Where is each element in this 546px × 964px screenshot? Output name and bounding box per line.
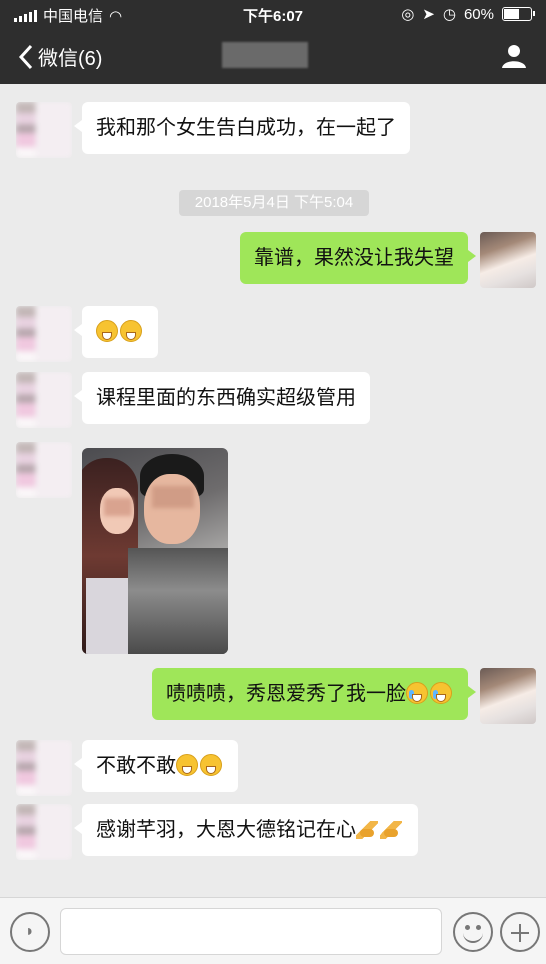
sender-avatar[interactable] — [16, 442, 72, 498]
chevron-left-icon — [18, 44, 33, 69]
grin-emoji-icon — [120, 320, 142, 342]
message-bubble-out[interactable]: 靠谱，果然没让我失望 — [240, 232, 476, 284]
sender-avatar[interactable] — [16, 306, 72, 362]
sender-avatar[interactable] — [16, 804, 72, 860]
status-bar: 中国电信 ◠ 下午6:07 ◎ ➤ ◷ 60% — [0, 0, 546, 28]
sender-avatar[interactable] — [16, 102, 72, 158]
grin-emoji-icon — [200, 754, 222, 776]
message-bubble-in[interactable]: 感谢芊羽，大恩大德铭记在心 — [74, 804, 418, 856]
nav-bar: 微信(6) — [0, 28, 546, 84]
battery-fill — [504, 9, 519, 19]
message-text: 啧啧啧，秀恩爱秀了我一脸 — [166, 683, 406, 705]
rotation-lock-icon: ◎ — [401, 6, 415, 23]
message-bubble-in[interactable]: 不敢不敢 — [74, 740, 238, 792]
back-label: 微信(6) — [38, 48, 103, 70]
battery-percent: 60% — [463, 5, 494, 23]
message-text: 靠谱，果然没让我失望 — [254, 247, 454, 269]
sender-avatar[interactable] — [16, 740, 72, 796]
back-button[interactable]: 微信(6) — [18, 42, 102, 71]
voice-button[interactable]: ◗ — [10, 912, 50, 952]
emoji-button[interactable] — [453, 912, 493, 952]
pray-emoji-icon — [380, 821, 402, 839]
message-bubble-in[interactable] — [74, 306, 158, 358]
message-text: 不敢不敢 — [96, 755, 176, 777]
status-right: ◎ ➤ ◷ 60% — [401, 5, 535, 23]
message-text: 课程里面的东西确实超级管用 — [96, 387, 356, 409]
message-text: 我和那个女生告白成功，在一起了 — [96, 117, 396, 139]
chat-area[interactable]: 我和那个女生告白成功，在一起了 2018年5月4日 下午5:04 靠谱，果然没让… — [0, 84, 546, 897]
person-icon[interactable] — [500, 42, 528, 70]
message-bubble-in[interactable]: 课程里面的东西确实超级管用 — [74, 372, 370, 424]
message-text: 感谢芊羽，大恩大德铭记在心 — [96, 819, 356, 841]
input-bar: ◗ — [0, 897, 546, 964]
grin-emoji-icon — [176, 754, 198, 776]
message-bubble-in[interactable]: 我和那个女生告白成功，在一起了 — [74, 102, 410, 154]
sender-avatar[interactable] — [16, 372, 72, 428]
voice-icon: ◗ — [25, 923, 35, 940]
cry-laugh-emoji-icon — [430, 682, 452, 704]
battery-icon — [502, 7, 535, 21]
message-input[interactable] — [60, 908, 442, 955]
chat-title-blurred — [222, 42, 308, 68]
my-avatar[interactable] — [480, 668, 536, 724]
plus-button[interactable] — [500, 912, 540, 952]
pray-emoji-icon — [356, 821, 378, 839]
my-avatar[interactable] — [480, 232, 536, 288]
alarm-icon: ◷ — [442, 6, 456, 23]
grin-emoji-icon — [96, 320, 118, 342]
message-bubble-out[interactable]: 啧啧啧，秀恩爱秀了我一脸 — [152, 668, 476, 720]
timestamp-badge: 2018年5月4日 下午5:04 — [179, 190, 369, 216]
cry-laugh-emoji-icon — [406, 682, 428, 704]
photo-message[interactable] — [82, 448, 228, 654]
location-icon: ➤ — [422, 6, 435, 23]
